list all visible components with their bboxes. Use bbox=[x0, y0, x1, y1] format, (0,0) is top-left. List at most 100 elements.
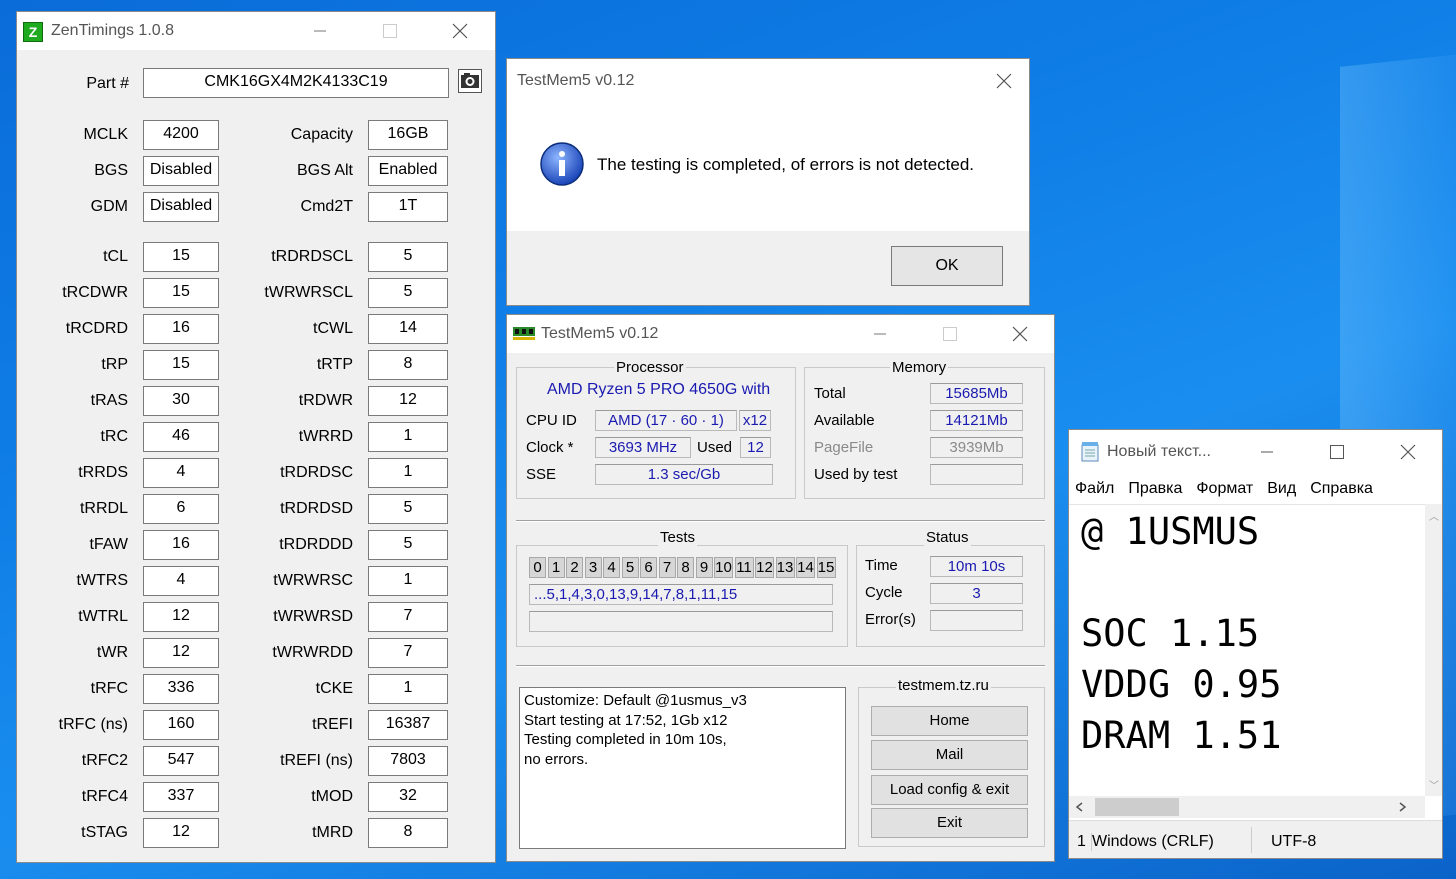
log-textarea[interactable]: Customize: Default @1usmus_v3 Start test… bbox=[519, 687, 846, 849]
close-button[interactable] bbox=[1385, 430, 1431, 474]
horizontal-scrollbar[interactable] bbox=[1069, 796, 1425, 818]
maximize-button[interactable] bbox=[1314, 430, 1360, 474]
used-by-test-field bbox=[930, 464, 1023, 485]
minimize-button[interactable] bbox=[1244, 430, 1290, 474]
clock-label: Clock * bbox=[526, 439, 574, 456]
maximize-button[interactable] bbox=[927, 315, 973, 353]
timing-label-trdrdscl: tRDRDSCL bbox=[271, 248, 353, 265]
maximize-button[interactable] bbox=[367, 12, 413, 50]
test-number-0: 0 bbox=[529, 557, 546, 578]
testmem-title: TestMem5 v0.12 bbox=[541, 325, 659, 342]
close-button[interactable] bbox=[437, 12, 483, 50]
timing-value-trdrddd: 5 bbox=[368, 530, 448, 560]
timing-label-trdrddd: tRDRDDD bbox=[279, 536, 353, 553]
timing-label-trfc2: tRFC2 bbox=[81, 752, 128, 769]
timing-value-trtp: 8 bbox=[368, 350, 448, 380]
notepad-icon bbox=[1081, 442, 1099, 462]
close-button[interactable] bbox=[997, 315, 1043, 353]
timing-value-trcdwr: 15 bbox=[143, 278, 219, 308]
ok-button[interactable]: OK bbox=[891, 246, 1003, 286]
divider bbox=[516, 665, 1045, 667]
used-by-test-label: Used by test bbox=[814, 466, 898, 483]
available-label: Available bbox=[814, 412, 875, 429]
timing-value-twrwrsc: 1 bbox=[368, 566, 448, 596]
status-line-endings: Windows (CRLF) bbox=[1091, 833, 1214, 851]
test-number-15: 15 bbox=[816, 557, 836, 578]
minimize-button[interactable] bbox=[857, 315, 903, 353]
clock-field: 3693 MHz bbox=[595, 437, 691, 458]
pagefile-field: 3939Mb bbox=[930, 437, 1023, 458]
sse-field: 1.3 sec/Gb bbox=[595, 464, 773, 485]
window-title: ZenTimings 1.0.8 bbox=[51, 22, 175, 39]
text-line: DRAM 1.51 bbox=[1081, 714, 1282, 757]
dialog-close-button[interactable] bbox=[981, 59, 1027, 103]
minimize-button[interactable] bbox=[297, 12, 343, 50]
testmem-main-window: TestMem5 v0.12 Processor AMD Ryzen 5 PRO… bbox=[506, 314, 1055, 862]
site-link[interactable]: testmem.tz.ru bbox=[896, 677, 991, 694]
notepad-titlebar: Новый текст... bbox=[1069, 430, 1442, 474]
timing-value-tcl: 15 bbox=[143, 242, 219, 272]
menu-item-1[interactable]: Правка bbox=[1128, 480, 1182, 497]
test-number-1: 1 bbox=[547, 557, 565, 578]
mail-button[interactable]: Mail bbox=[871, 740, 1028, 770]
test-number-8: 8 bbox=[677, 557, 694, 578]
timing-value-twrwrsd: 7 bbox=[368, 602, 448, 632]
vertical-scrollbar[interactable]: ︿ ﹀ bbox=[1425, 504, 1442, 796]
scroll-up-icon: ︿ bbox=[1429, 512, 1439, 523]
text-line: VDDG 0.95 bbox=[1081, 663, 1282, 706]
timing-label-trefi: tREFI bbox=[312, 716, 353, 733]
text-line: SOC 1.15 bbox=[1081, 612, 1260, 655]
test-number-14: 14 bbox=[796, 557, 815, 578]
timing-value-tcwl: 14 bbox=[368, 314, 448, 344]
memory-group-title: Memory bbox=[890, 359, 949, 376]
timing-value-trdrdsc: 1 bbox=[368, 458, 448, 488]
timing-label-gdm: GDM bbox=[90, 198, 128, 215]
timing-label-tcke: tCKE bbox=[315, 680, 353, 697]
test-number-2: 2 bbox=[566, 557, 583, 578]
processor-group-title: Processor bbox=[614, 359, 686, 376]
screenshot-button[interactable] bbox=[458, 69, 482, 93]
text-line: @ 1USMUS bbox=[1081, 510, 1260, 553]
used-label: Used bbox=[697, 439, 733, 456]
timing-label-mclk: MCLK bbox=[83, 126, 128, 143]
notepad-title: Новый текст... bbox=[1107, 443, 1211, 460]
divider bbox=[516, 520, 1045, 522]
cpu-name: AMD Ryzen 5 PRO 4650G with bbox=[547, 381, 771, 398]
timing-value-cmd2t: 1T bbox=[368, 192, 448, 222]
timing-value-trfc2: 547 bbox=[143, 746, 219, 776]
timing-value-trfc: 336 bbox=[143, 674, 219, 704]
timing-value-tmrd: 8 bbox=[368, 818, 448, 848]
timing-label-trefi-ns-: tREFI (ns) bbox=[280, 752, 353, 769]
timing-value-trfc4: 337 bbox=[143, 782, 219, 812]
test-number-6: 6 bbox=[640, 557, 657, 578]
test-number-3: 3 bbox=[584, 557, 602, 578]
close-icon bbox=[996, 73, 1012, 89]
exit-button[interactable]: Exit bbox=[871, 808, 1028, 838]
home-button[interactable]: Home bbox=[871, 706, 1028, 736]
menu-item-3[interactable]: Вид bbox=[1267, 480, 1296, 497]
menu-item-0[interactable]: Файл bbox=[1075, 480, 1114, 497]
used-field: 12 bbox=[740, 437, 771, 458]
timing-label-twtrs: tWTRS bbox=[76, 572, 128, 589]
ram-chip-icon bbox=[513, 327, 535, 340]
timing-value-bgs-alt: Enabled bbox=[368, 156, 448, 186]
timing-label-trrdl: tRRDL bbox=[79, 500, 128, 517]
scroll-left-icon bbox=[1075, 802, 1083, 812]
maximize-icon bbox=[1330, 445, 1344, 459]
tests-group-title: Tests bbox=[658, 529, 698, 546]
testmem-titlebar: TestMem5 v0.12 bbox=[507, 315, 1054, 353]
status-group-title: Status bbox=[924, 529, 971, 546]
threads-field: x12 bbox=[739, 410, 771, 431]
notepad-statusbar: 1 Windows (CRLF) UTF-8 bbox=[1069, 820, 1442, 858]
timing-value-mclk: 4200 bbox=[143, 120, 219, 150]
timing-value-bgs: Disabled bbox=[143, 156, 219, 186]
close-icon bbox=[1400, 444, 1416, 460]
horizontal-scroll-thumb[interactable] bbox=[1095, 798, 1179, 816]
timing-label-twr: tWR bbox=[96, 644, 128, 661]
minimize-icon bbox=[874, 333, 886, 335]
info-icon bbox=[540, 142, 584, 186]
menu-item-2[interactable]: Формат bbox=[1196, 480, 1253, 497]
menu-item-4[interactable]: Справка bbox=[1310, 480, 1373, 497]
load-config-exit-button[interactable]: Load config & exit bbox=[871, 775, 1028, 805]
timing-label-trrds: tRRDS bbox=[78, 464, 128, 481]
